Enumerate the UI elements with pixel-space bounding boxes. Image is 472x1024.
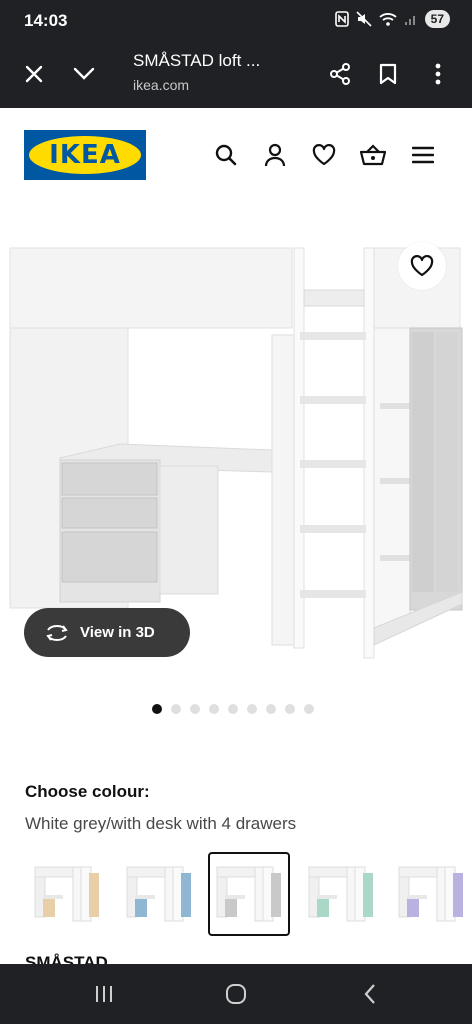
selected-colour-value: White grey/with desk with 4 drawers xyxy=(25,814,297,833)
close-tab-button[interactable] xyxy=(16,56,52,92)
rotate-3d-icon xyxy=(46,624,68,641)
carousel-dot[interactable] xyxy=(190,704,200,714)
carousel-dots xyxy=(152,704,314,714)
colour-swatch[interactable] xyxy=(390,852,472,936)
colour-swatch[interactable] xyxy=(118,852,200,936)
bookmark-icon xyxy=(379,63,397,85)
logo-text: IKEA xyxy=(49,140,121,170)
wifi-icon xyxy=(379,13,397,26)
account-button[interactable] xyxy=(260,140,290,170)
cart-button[interactable] xyxy=(358,140,388,170)
recent-apps-button[interactable] xyxy=(84,978,124,1010)
close-icon xyxy=(25,65,43,83)
search-icon xyxy=(215,144,237,166)
status-time: 14:03 xyxy=(24,11,68,30)
browser-toolbar: SMÅSTAD loft ... ikea.com xyxy=(0,40,472,108)
search-button[interactable] xyxy=(211,140,241,170)
more-vertical-icon xyxy=(435,63,441,85)
loft-bed-grey-thumbnail xyxy=(216,866,281,922)
colour-swatches xyxy=(0,852,472,938)
mute-icon xyxy=(356,11,372,27)
page-url[interactable]: ikea.com xyxy=(133,77,189,93)
carousel-dot[interactable] xyxy=(228,704,238,714)
nfc-icon xyxy=(334,11,349,27)
shopping-basket-icon xyxy=(359,144,387,166)
minimize-button[interactable] xyxy=(66,56,102,92)
colour-swatch[interactable] xyxy=(208,852,290,936)
carousel-dot[interactable] xyxy=(266,704,276,714)
carousel-dot[interactable] xyxy=(285,704,295,714)
colour-swatch[interactable] xyxy=(300,852,382,936)
heart-icon xyxy=(410,255,434,277)
carousel-dot[interactable] xyxy=(209,704,219,714)
loft-bed-beige-thumbnail xyxy=(34,866,99,922)
view-in-3d-label: View in 3D xyxy=(80,624,155,641)
carousel-dot[interactable] xyxy=(247,704,257,714)
loft-bed-blue-thumbnail xyxy=(126,866,191,922)
status-icons: 57 xyxy=(334,10,450,28)
favourites-button[interactable] xyxy=(309,140,339,170)
choose-colour-label: Choose colour: xyxy=(25,782,150,801)
carousel-dot[interactable] xyxy=(171,704,181,714)
carousel-dot[interactable] xyxy=(304,704,314,714)
loft-bed-mint-thumbnail xyxy=(308,866,373,922)
page-title[interactable]: SMÅSTAD loft ... xyxy=(133,51,260,71)
bookmark-button[interactable] xyxy=(370,56,406,92)
carousel-dot[interactable] xyxy=(152,704,162,714)
signal-icon xyxy=(404,16,415,25)
site-header: IKEA xyxy=(0,108,472,208)
loft-bed-lilac-thumbnail xyxy=(398,866,463,922)
heart-icon xyxy=(312,144,336,166)
back-icon xyxy=(364,984,375,1004)
recent-apps-icon xyxy=(96,986,112,1002)
logo-oval: IKEA xyxy=(29,136,141,174)
home-button[interactable] xyxy=(216,978,256,1010)
battery-badge: 57 xyxy=(424,10,450,28)
user-icon xyxy=(264,143,286,167)
chevron-down-icon xyxy=(73,67,95,80)
back-button[interactable] xyxy=(350,978,390,1010)
hamburger-menu-icon xyxy=(412,146,434,164)
menu-button[interactable] xyxy=(408,140,438,170)
share-button[interactable] xyxy=(322,56,358,92)
colour-swatch[interactable] xyxy=(26,852,108,936)
home-icon xyxy=(226,984,246,1004)
system-navigation-bar xyxy=(0,964,472,1024)
save-to-favourites-button[interactable] xyxy=(398,242,446,290)
more-options-button[interactable] xyxy=(420,56,456,92)
view-in-3d-button[interactable]: View in 3D xyxy=(24,608,190,657)
ikea-logo[interactable]: IKEA xyxy=(24,130,146,180)
share-icon xyxy=(330,63,350,85)
status-bar: 14:03 57 xyxy=(0,0,472,40)
